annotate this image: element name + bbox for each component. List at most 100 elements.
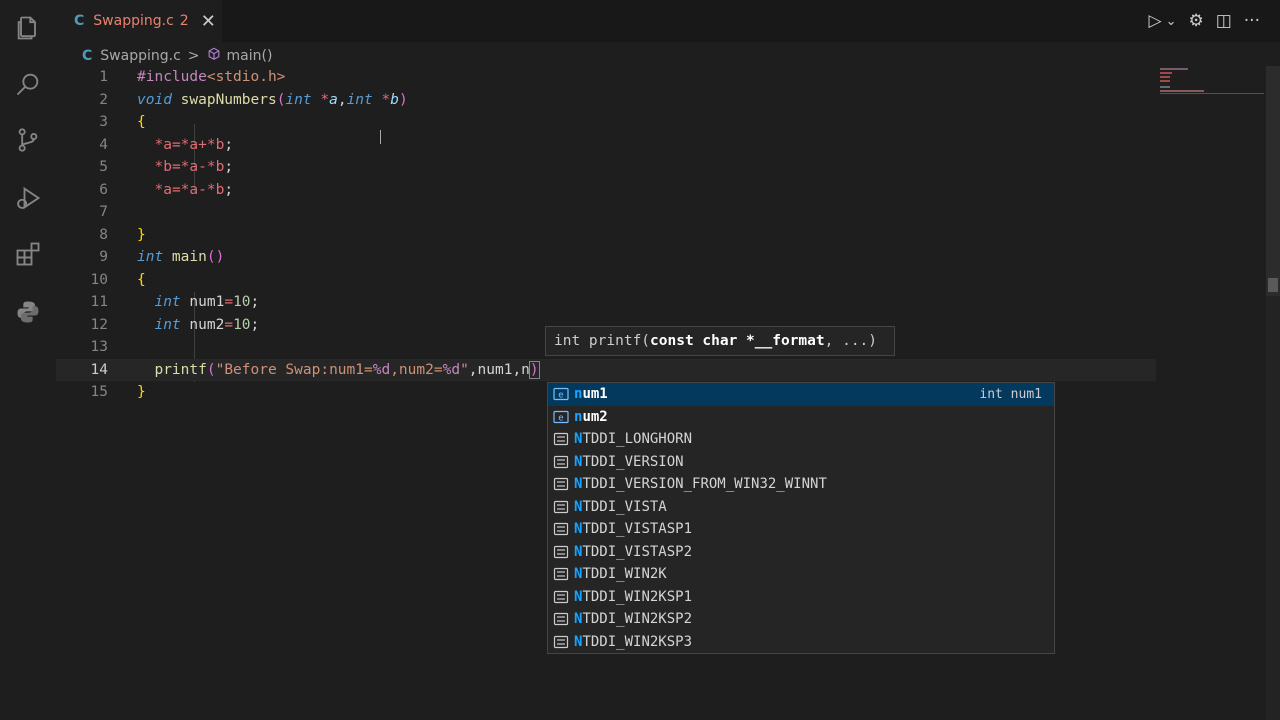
suggestion-item[interactable]: NTDDI_LONGHORN [548, 428, 1054, 451]
python-icon[interactable] [12, 296, 44, 328]
code-token: int [285, 91, 312, 108]
constant-icon [552, 522, 570, 536]
breadcrumb-file[interactable]: Swapping.c [100, 48, 181, 64]
close-icon[interactable]: ✕ [201, 11, 216, 32]
code-token: { [137, 271, 146, 288]
suggestion-label: NTDDI_WIN2K [574, 566, 667, 582]
split-editor-icon[interactable]: ◫ [1216, 11, 1232, 31]
code-line-current: 14 printf("Before Swap:num1=%d,num2=%d",… [56, 358, 1156, 381]
minimap-line [1160, 76, 1170, 78]
code-token: () [206, 249, 225, 266]
code-token: - [198, 181, 207, 198]
code-token: = [171, 181, 181, 198]
suggestion-rest: TDDI_VISTASP1 [582, 521, 693, 538]
suggestion-rest: TDDI_VISTA [582, 498, 667, 515]
scrollbar-thumb[interactable] [1266, 66, 1280, 296]
suggestion-label: NTDDI_LONGHORN [574, 431, 692, 447]
line-number: 6 [99, 181, 108, 198]
tab-bar: C Swapping.c 2 ✕ [56, 0, 1280, 42]
suggestion-rest: TDDI_VISTASP2 [582, 543, 693, 560]
code-token: *b [206, 181, 225, 198]
code-token: int [137, 249, 164, 266]
suggestion-item[interactable]: NTDDI_WIN2K [548, 563, 1054, 586]
code-token: * [311, 91, 330, 108]
suggestion-item[interactable]: NTDDI_WIN2KSP3 [548, 631, 1054, 654]
code-token: "Before Swap:num1= [215, 361, 373, 378]
line-number: 12 [90, 316, 108, 333]
code-token: *a [180, 136, 199, 153]
suggestion-item[interactable]: NTDDI_VISTA [548, 496, 1054, 519]
code-token: ) [398, 91, 408, 108]
scrollbar-marker [1268, 278, 1278, 292]
more-actions-icon[interactable]: ··· [1244, 11, 1260, 31]
minimap[interactable] [1158, 66, 1268, 106]
line-number: 15 [90, 384, 108, 401]
suggestion-rest: TDDI_LONGHORN [582, 431, 693, 448]
chevron-down-icon[interactable]: ⌄ [1166, 14, 1177, 29]
extensions-icon[interactable] [12, 238, 44, 270]
code-line: 4 *a=*a+*b; [56, 134, 1156, 157]
suggestion-item[interactable]: NTDDI_VERSION [548, 451, 1054, 474]
minimap-line [1160, 68, 1188, 70]
suggestion-item[interactable]: NTDDI_VERSION_FROM_WIN32_WINNT [548, 473, 1054, 496]
code-token: } [137, 226, 146, 243]
code-token: ,num1,n [468, 361, 530, 378]
suggestion-item[interactable]: NTDDI_WIN2KSP1 [548, 586, 1054, 609]
code-line: 3 { [56, 111, 1156, 134]
constant-icon [552, 567, 570, 581]
constant-icon [552, 612, 570, 626]
suggestion-rest: um2 [582, 408, 608, 425]
code-token: void [137, 91, 172, 108]
suggestion-rest: um1 [582, 386, 608, 403]
code-token: <stdio.h> [206, 69, 286, 86]
search-icon[interactable] [12, 68, 44, 100]
suggestion-rest: TDDI_VERSION [582, 453, 684, 470]
suggestion-item[interactable]: e num1 int num1 [548, 383, 1054, 406]
suggestion-label: NTDDI_VISTA [574, 499, 667, 515]
code-token: b [390, 91, 399, 108]
code-line: 9 int main() [56, 246, 1156, 269]
parameter-hint-popup: int printf(const char *__format, ...) [545, 326, 895, 356]
tab-swapping-c[interactable]: C Swapping.c 2 ✕ [56, 0, 222, 42]
code-token: *b [154, 159, 172, 176]
code-token: int [154, 316, 181, 333]
code-token: ; [224, 159, 234, 176]
suggestion-item[interactable]: e num2 [548, 406, 1054, 429]
suggestion-list: e num1 int num1 e num2 NTDDI_LONGHORN NTDDI_VE… [547, 382, 1055, 654]
minimap-line [1160, 80, 1170, 82]
code-token: - [198, 159, 207, 176]
c-file-icon: C [74, 13, 85, 29]
line-number: 1 [99, 69, 108, 86]
code-token: *a [180, 159, 199, 176]
suggestion-item[interactable]: NTDDI_VISTASP2 [548, 541, 1054, 564]
suggestion-item[interactable]: NTDDI_WIN2KSP2 [548, 608, 1054, 631]
code-token: ) [528, 360, 540, 379]
code-token: ; [250, 294, 260, 311]
code-line: 8 } [56, 224, 1156, 247]
line-number: 2 [99, 91, 108, 108]
code-token: %d [372, 361, 391, 378]
signature-prefix: int printf( [554, 333, 651, 349]
constant-icon [552, 635, 570, 649]
code-token: num1 [180, 294, 225, 311]
code-token: 10 [233, 294, 251, 311]
run-debug-icon[interactable] [12, 182, 44, 214]
constant-icon [552, 455, 570, 469]
constant-icon [552, 432, 570, 446]
code-line: 5 *b=*a-*b; [56, 156, 1156, 179]
code-token: *a [154, 181, 172, 198]
svg-text:e: e [558, 413, 563, 423]
code-token: { [137, 114, 146, 131]
mouse-cursor [380, 130, 381, 144]
code-token: 10 [233, 316, 251, 333]
suggestion-rest: TDDI_WIN2KSP1 [582, 588, 693, 605]
breadcrumb-symbol[interactable]: main() [227, 48, 273, 64]
run-icon[interactable]: ▷ [1148, 11, 1161, 31]
source-control-icon[interactable] [12, 124, 44, 156]
suggestion-item[interactable]: NTDDI_VISTASP1 [548, 518, 1054, 541]
explorer-icon[interactable] [12, 12, 44, 44]
constant-icon [552, 590, 570, 604]
suggestion-label: NTDDI_WIN2KSP3 [574, 634, 692, 650]
code-token: = [171, 136, 181, 153]
gear-icon[interactable]: ⚙ [1188, 11, 1203, 31]
